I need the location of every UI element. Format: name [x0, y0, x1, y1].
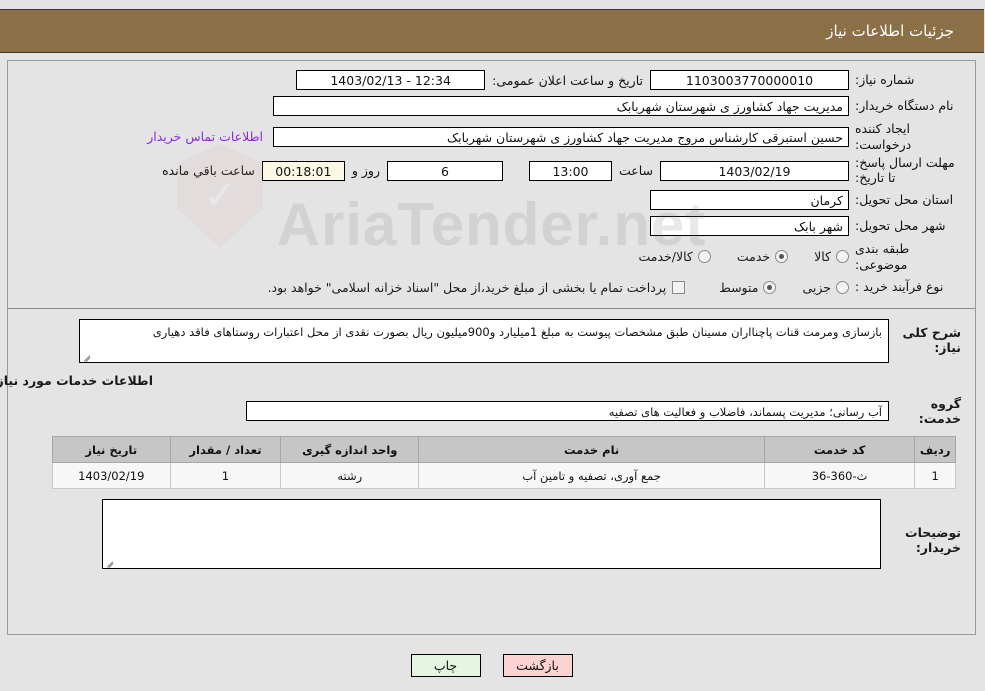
cell-name: جمع آوری، تصفیه و تامین آب — [419, 462, 766, 490]
buyer-org-label: نام دستگاه خریدار: — [856, 98, 955, 114]
row-creator: ایجاد کننده درخواست: حسین استبرقی کارشنا… — [23, 121, 962, 152]
row-city: شهر محل تحویل: شهر بابک — [23, 215, 962, 237]
service-group-value: آب رسانی؛ مدیریت پسماند، فاضلاب و فعالیت… — [247, 401, 890, 422]
process-option-medium[interactable]: متوسط — [720, 279, 778, 295]
table-row: 1 ث-360-36 جمع آوری، تصفیه و تامین آب رش… — [53, 462, 957, 490]
cell-code: ث-360-36 — [764, 462, 917, 490]
column-header-date: تاریخ نیاز — [53, 436, 172, 464]
print-button[interactable]: چاپ — [411, 654, 482, 677]
row-description: شرح کلی نیاز: بازسازی ومرمت قنات پاچناار… — [23, 319, 962, 364]
process-option-label: متوسط — [720, 279, 760, 295]
radio-icon[interactable] — [776, 250, 790, 264]
days-and-label: روز و — [352, 163, 381, 179]
hour-word-label: ساعت — [619, 163, 654, 179]
resize-handle-icon[interactable] — [83, 351, 93, 361]
need-number-value: 1103003770000010 — [651, 70, 850, 90]
city-label: شهر محل تحویل: — [856, 218, 947, 234]
radio-icon[interactable] — [837, 250, 850, 264]
treasury-text: پرداخت تمام یا بخشی از مبلغ خرید،از محل … — [268, 279, 668, 295]
footer-buttons: بازگشت چاپ — [0, 654, 985, 677]
cell-date: 1403/02/19 — [53, 462, 172, 490]
process-option-label: جزیی — [803, 279, 832, 295]
process-label: نوع فرآیند خرید : — [856, 279, 945, 295]
page-title: جزئیات اطلاعات نیاز — [827, 22, 955, 40]
checkbox-icon[interactable] — [673, 280, 687, 294]
row-process-type: نوع فرآیند خرید : جزیی متوسط پرداخت تمام… — [23, 276, 962, 298]
row-province: استان محل تحویل: کرمان — [23, 189, 962, 211]
category-radio-group: کالا خدمت کالا/خدمت — [613, 249, 850, 264]
column-header-radif: ردیف — [915, 436, 957, 464]
process-option-minor[interactable]: جزیی — [803, 280, 850, 295]
cell-radif: 1 — [915, 462, 957, 490]
category-option-goods[interactable]: کالا — [815, 249, 850, 264]
need-details-panel: شرح کلی نیاز: بازسازی ومرمت قنات پاچناار… — [0, 309, 976, 573]
back-button[interactable]: بازگشت — [503, 654, 574, 677]
city-value: شهر بابک — [651, 216, 850, 236]
cell-unit: رشته — [281, 462, 421, 490]
service-group-label: گروه خدمت: — [919, 396, 962, 427]
announce-datetime-value: 12:34 - 1403/02/13 — [297, 70, 487, 90]
deadline-label: مهلت ارسال پاسخ: تا تاریخ: — [856, 155, 956, 185]
announce-datetime-label: تاریخ و ساعت اعلان عمومی: — [493, 72, 644, 88]
province-value: کرمان — [651, 190, 850, 210]
remaining-clock-value: 00:18:01 — [262, 160, 346, 181]
need-summary-panel: شماره نیاز: 1103003770000010 تاریخ و ساع… — [9, 61, 976, 310]
cell-qty: 1 — [170, 462, 283, 490]
page-header: جزئیات اطلاعات نیاز — [0, 9, 985, 53]
row-buyer-notes: توضیحات خریدار: — [23, 499, 962, 570]
row-buyer-org: نام دستگاه خریدار: مدیریت جهاد کشاورز ی … — [23, 95, 962, 117]
category-label: طبقه بندی موضوعی: — [856, 241, 911, 272]
category-option-goods-service[interactable]: کالا/خدمت — [639, 249, 712, 265]
category-option-label: خدمت — [737, 249, 772, 265]
deadline-time-value: 13:00 — [529, 160, 613, 181]
province-label: استان محل تحویل: — [856, 192, 955, 208]
column-header-unit: واحد اندازه گیری — [281, 436, 421, 464]
resize-handle-icon[interactable] — [106, 557, 116, 567]
description-label: شرح کلی نیاز: — [903, 325, 962, 356]
services-table: ردیف کد خدمت نام خدمت واحد اندازه گیری ت… — [53, 436, 957, 490]
buyer-notes-label: توضیحات خریدار: — [906, 525, 962, 556]
need-number-label: شماره نیاز: — [856, 72, 916, 88]
radio-icon[interactable] — [837, 280, 850, 294]
category-option-label: کالا — [815, 249, 832, 265]
treasury-checkbox-item[interactable]: پرداخت تمام یا بخشی از مبلغ خرید،از محل … — [269, 280, 687, 295]
remaining-days-value: 6 — [387, 160, 504, 181]
category-option-label: کالا/خدمت — [639, 249, 694, 265]
table-header-row: ردیف کد خدمت نام خدمت واحد اندازه گیری ت… — [53, 436, 957, 464]
buyer-contact-link[interactable]: اطلاعات تماس خریدار — [148, 129, 264, 144]
row-category: طبقه بندی موضوعی: کالا خدمت کالا/خدمت — [23, 241, 962, 272]
process-radio-group: جزیی متوسط — [694, 280, 850, 295]
creator-value: حسین استبرقی کارشناس مروج مدیریت جهاد کش… — [274, 126, 850, 147]
services-section-title: اطلاعات خدمات مورد نیاز — [0, 373, 154, 389]
category-option-service[interactable]: خدمت — [737, 249, 790, 265]
row-service-group: گروه خدمت: آب رسانی؛ مدیریت پسماند، فاضل… — [23, 396, 962, 426]
row-deadline: مهلت ارسال پاسخ: تا تاریخ: 1403/02/19 سا… — [23, 156, 962, 185]
deadline-date-value: 1403/02/19 — [661, 160, 850, 181]
column-header-name: نام خدمت — [419, 436, 766, 464]
details-frame: شماره نیاز: 1103003770000010 تاریخ و ساع… — [0, 60, 977, 635]
radio-icon[interactable] — [764, 280, 778, 294]
buyer-notes-textarea[interactable] — [103, 499, 882, 570]
column-header-qty: تعداد / مقدار — [170, 436, 283, 464]
description-text: بازسازی ومرمت قنات پاچنااران مسینان طبق … — [153, 325, 883, 340]
description-value: بازسازی ومرمت قنات پاچنااران مسینان طبق … — [80, 319, 890, 364]
radio-icon[interactable] — [698, 250, 712, 264]
column-header-code: کد خدمت — [764, 436, 917, 464]
creator-label: ایجاد کننده درخواست: — [856, 121, 913, 152]
row-need-number: شماره نیاز: 1103003770000010 تاریخ و ساع… — [23, 69, 962, 91]
remaining-suffix-label: ساعت باقي مانده — [163, 163, 256, 179]
buyer-org-value: مدیریت جهاد کشاورز ی شهرستان شهربابک — [274, 96, 850, 116]
services-table-wrap: ردیف کد خدمت نام خدمت واحد اندازه گیری ت… — [23, 436, 962, 490]
